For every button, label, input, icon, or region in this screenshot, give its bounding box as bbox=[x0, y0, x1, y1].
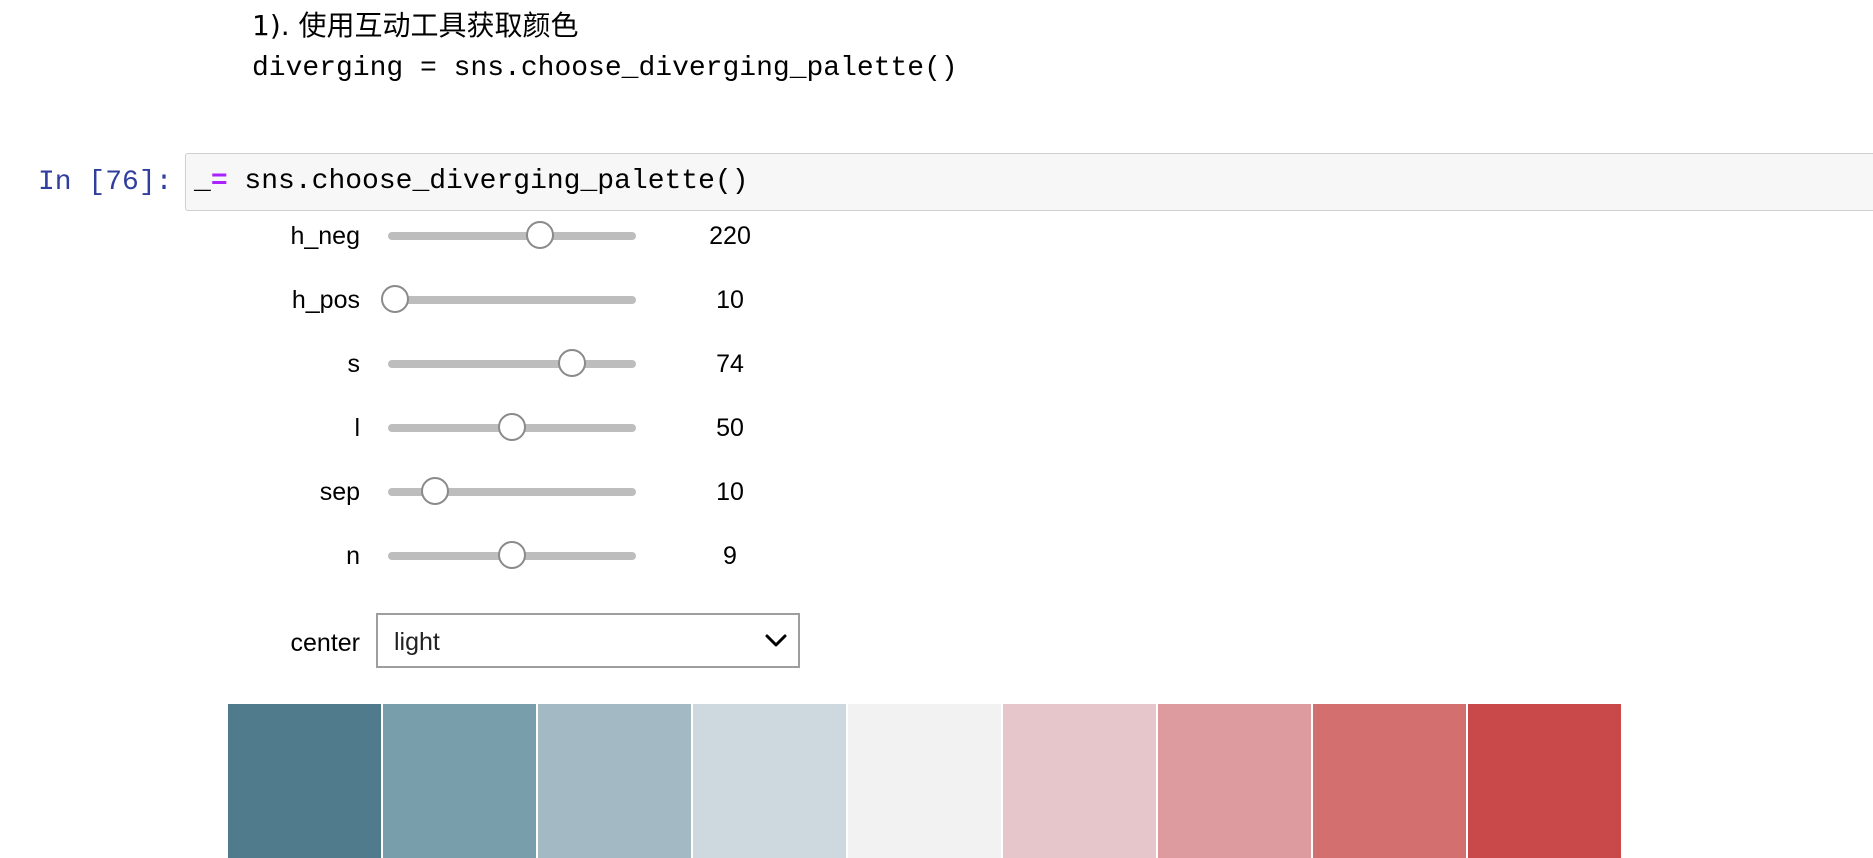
slider-value: 220 bbox=[709, 222, 751, 250]
code-line: _= sns.choose_diverging_palette() bbox=[194, 162, 749, 202]
color-swatch bbox=[383, 704, 538, 858]
color-swatch bbox=[1158, 704, 1313, 858]
palette-swatches bbox=[228, 704, 1623, 858]
color-swatch bbox=[228, 704, 383, 858]
slider-label: h_neg bbox=[290, 222, 360, 250]
slider-track[interactable] bbox=[388, 413, 636, 441]
color-swatch bbox=[1313, 704, 1468, 858]
color-swatch bbox=[538, 704, 693, 858]
slider-label: h_pos bbox=[291, 286, 360, 314]
slider-handle[interactable] bbox=[421, 477, 450, 505]
slider-row-2: s 74 bbox=[230, 344, 830, 384]
markdown-heading: 1). 使用互动工具获取颜色 bbox=[252, 9, 579, 42]
slider-value: 10 bbox=[716, 286, 744, 314]
slider-handle[interactable] bbox=[380, 285, 409, 313]
slider-label: sep bbox=[319, 478, 360, 506]
color-swatch bbox=[848, 704, 1003, 858]
slider-row-3: l 50 bbox=[230, 408, 830, 448]
slider-value: 50 bbox=[716, 414, 744, 442]
center-select[interactable]: light bbox=[376, 613, 800, 668]
markdown-cell: 1). 使用互动工具获取颜色 diverging = sns.choose_di… bbox=[252, 6, 958, 89]
slider-value: 10 bbox=[716, 478, 744, 506]
slider-value: 9 bbox=[723, 542, 737, 570]
slider-track[interactable] bbox=[388, 477, 636, 505]
center-label: center bbox=[290, 629, 360, 657]
slider-handle[interactable] bbox=[498, 541, 526, 569]
code-call: sns.choose_diverging_palette() bbox=[227, 166, 749, 197]
slider-value: 74 bbox=[716, 350, 744, 378]
code-cell-input[interactable]: _= sns.choose_diverging_palette() bbox=[185, 153, 1873, 211]
slider-row-4: sep 10 bbox=[230, 472, 830, 512]
slider-track[interactable] bbox=[380, 285, 636, 313]
slider-track[interactable] bbox=[388, 349, 636, 377]
markdown-code-line: diverging = sns.choose_diverging_palette… bbox=[252, 53, 958, 84]
input-prompt: In [76]: bbox=[38, 167, 173, 198]
chevron-down-icon bbox=[765, 634, 787, 647]
color-swatch bbox=[1003, 704, 1158, 858]
slider-label: s bbox=[347, 350, 361, 378]
slider-row-0: h_neg 220 bbox=[230, 216, 830, 256]
slider-handle[interactable] bbox=[557, 349, 586, 377]
slider-label: l bbox=[354, 414, 360, 442]
color-swatch bbox=[1468, 704, 1623, 858]
slider-handle[interactable] bbox=[525, 221, 554, 249]
code-var: _ bbox=[194, 166, 211, 197]
slider-track[interactable] bbox=[388, 541, 636, 569]
slider-label: n bbox=[346, 542, 360, 570]
slider-row-1: h_pos 10 bbox=[230, 280, 830, 320]
slider-handle[interactable] bbox=[498, 413, 526, 441]
slider-track[interactable] bbox=[388, 221, 636, 249]
code-operator: = bbox=[210, 166, 228, 197]
color-swatch bbox=[693, 704, 848, 858]
center-select-value: light bbox=[394, 628, 440, 656]
slider-row-5: n9 bbox=[230, 536, 830, 576]
